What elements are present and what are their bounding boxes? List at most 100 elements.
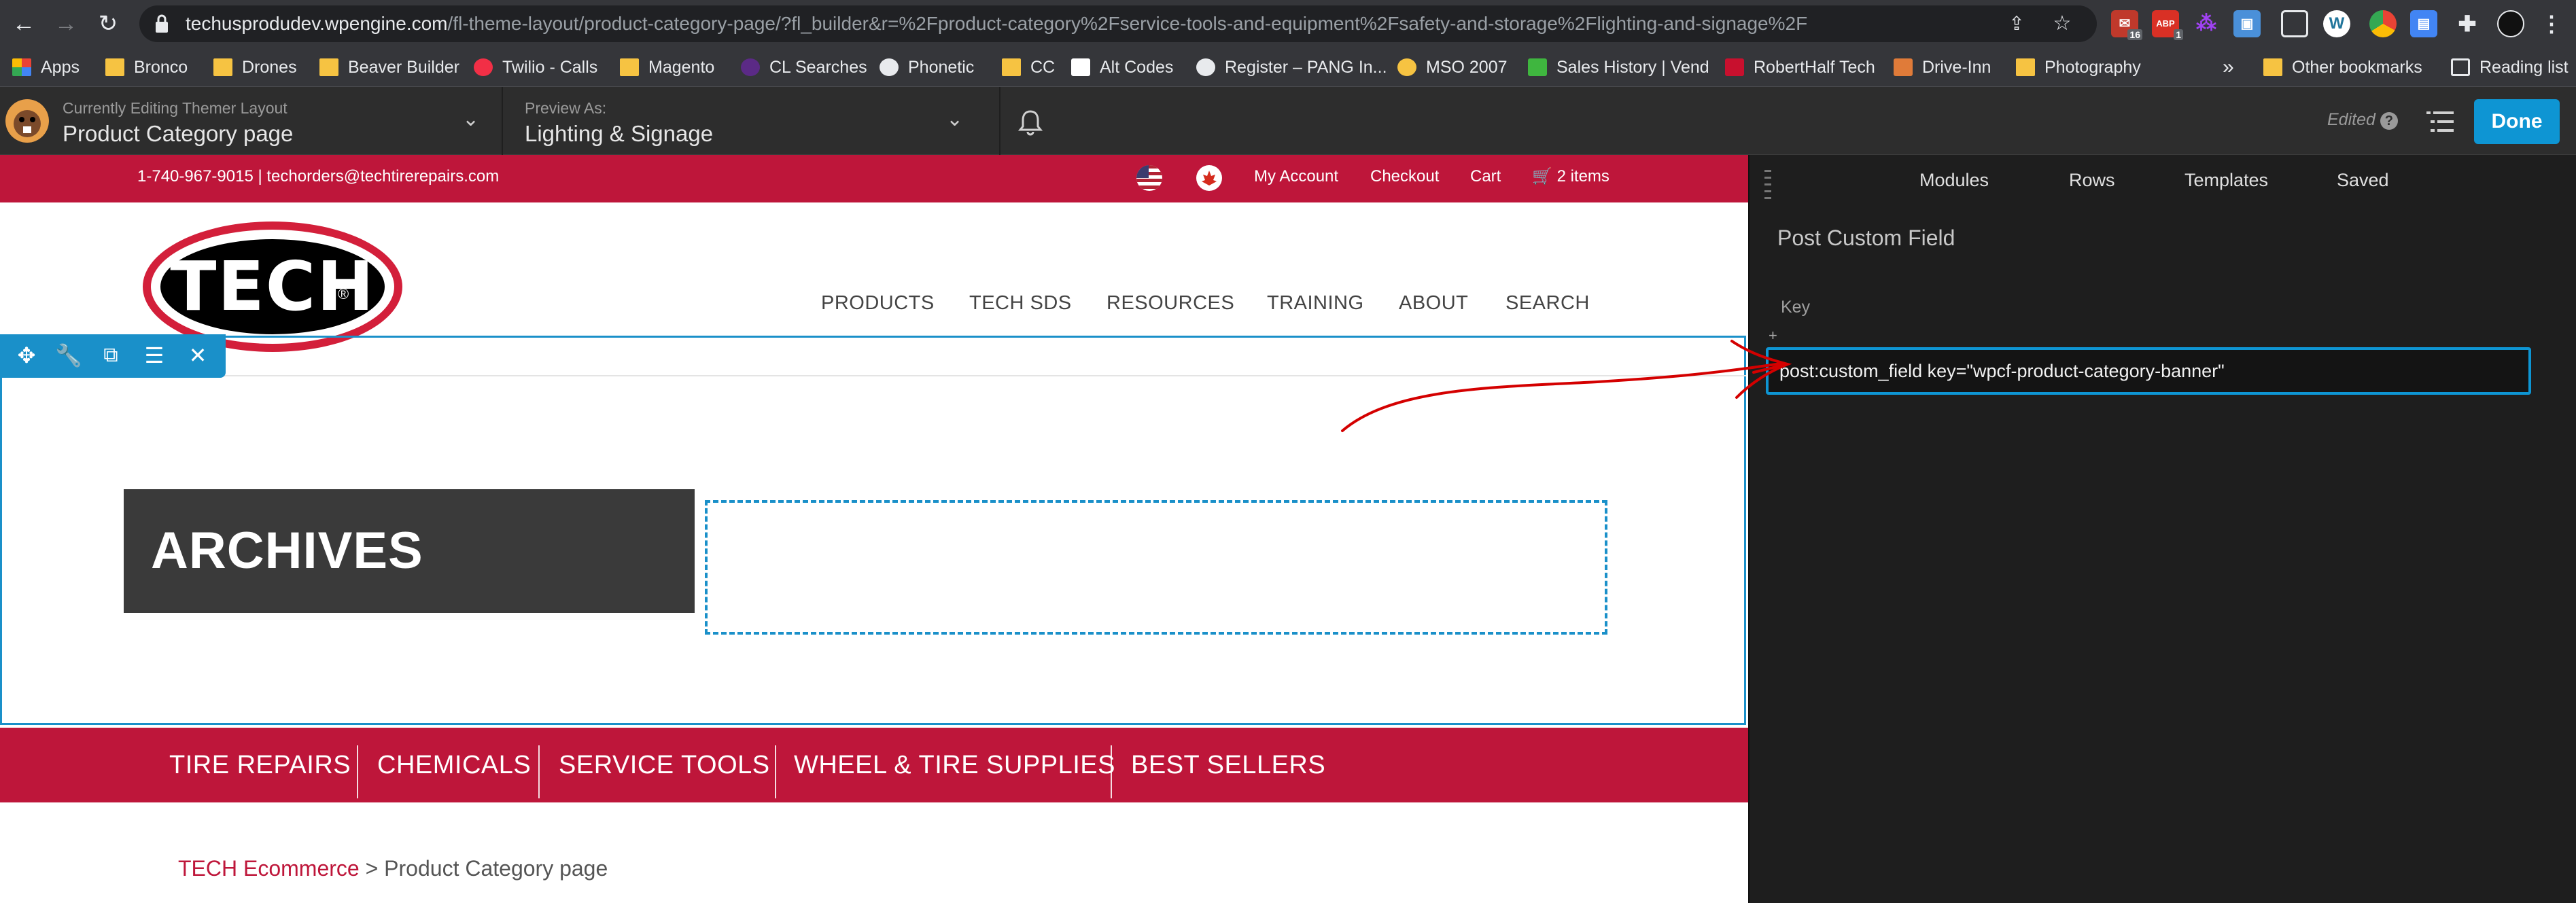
- extension-abp-icon[interactable]: ABP 1: [2152, 10, 2183, 40]
- cart-items-link[interactable]: 🛒 2 items: [1532, 155, 1609, 198]
- folder-icon: [2016, 58, 2035, 76]
- reload-icon[interactable]: ↻: [91, 7, 125, 41]
- nav-training[interactable]: TRAINING: [1267, 292, 1364, 315]
- nav-resources[interactable]: RESOURCES: [1107, 292, 1234, 315]
- extension-wordpress-icon[interactable]: W: [2323, 10, 2350, 37]
- preview-selector[interactable]: Preview As: Lighting & Signage ⌄: [504, 87, 1000, 155]
- custom-field-key-input[interactable]: post:custom_field key="wpcf-product-cate…: [1766, 347, 2531, 395]
- globe-icon: [880, 58, 899, 76]
- edited-status: Edited ?: [2327, 110, 2398, 130]
- browser-toolbar: ← → ↻ techusprodudev.wpengine.com/fl-the…: [0, 0, 2576, 48]
- more-bookmarks-button[interactable]: »: [2223, 48, 2234, 87]
- move-icon[interactable]: ✥: [12, 341, 41, 370]
- tab-saved[interactable]: Saved: [2337, 170, 2389, 191]
- us-flag-icon[interactable]: [1136, 165, 1162, 191]
- nav-about[interactable]: ABOUT: [1399, 292, 1468, 315]
- drive-inn-icon: [1894, 58, 1913, 76]
- extension-square-icon[interactable]: [2281, 10, 2308, 37]
- bookmark-drones[interactable]: Drones: [213, 48, 297, 87]
- layout-selector[interactable]: Currently Editing Themer Layout Product …: [0, 87, 503, 155]
- bookmark-label: Phonetic: [908, 57, 975, 77]
- extension-image-icon[interactable]: ▣: [2233, 10, 2261, 37]
- canada-flag-icon[interactable]: [1196, 165, 1222, 191]
- bookmark-phonetic[interactable]: Phonetic: [880, 48, 974, 87]
- bookmark-drive-inn[interactable]: Drive-Inn: [1894, 48, 1991, 87]
- menu-kebab-icon[interactable]: ⋮: [2538, 10, 2565, 37]
- address-bar[interactable]: techusprodudev.wpengine.com/fl-theme-lay…: [139, 5, 2097, 42]
- nav-products[interactable]: PRODUCTS: [821, 292, 935, 315]
- bookmark-label: Twilio - Calls: [502, 57, 598, 77]
- category-wheel-tire-supplies[interactable]: WHEEL & TIRE SUPPLIES: [794, 728, 1115, 802]
- bell-icon[interactable]: [1018, 109, 1043, 136]
- url-host: techusprodudev.wpengine.com: [186, 13, 448, 34]
- outline-list-icon[interactable]: [2426, 110, 2454, 133]
- bookmark-twilio[interactable]: Twilio - Calls: [474, 48, 597, 87]
- bookmark-apps[interactable]: Apps: [12, 48, 80, 87]
- bookmark-other[interactable]: Other bookmarks: [2263, 48, 2422, 87]
- preview-value: Lighting & Signage: [525, 121, 714, 146]
- menu-icon[interactable]: ☰: [140, 341, 169, 370]
- reading-list-button[interactable]: Reading list: [2451, 48, 2569, 87]
- extension-doc-icon[interactable]: ▤: [2410, 10, 2437, 37]
- extension-dots-icon[interactable]: ⁂: [2193, 10, 2220, 37]
- site-preview: 1-740-967-9015 | techorders@techtirerepa…: [0, 155, 1748, 903]
- star-icon[interactable]: ☆: [2051, 12, 2074, 35]
- share-icon[interactable]: ⇪: [2005, 12, 2028, 35]
- bookmark-label: Sales History | Vend: [1556, 57, 1709, 77]
- extension-chrome-icon[interactable]: [2369, 10, 2397, 37]
- cart-link[interactable]: Cart: [1470, 155, 1501, 198]
- tab-modules[interactable]: Modules: [1919, 170, 1989, 191]
- extension-mail-icon[interactable]: ✉ 16: [2111, 10, 2142, 40]
- bookmark-label: MSO 2007: [1426, 57, 1508, 77]
- wrench-icon[interactable]: 🔧: [54, 341, 83, 370]
- checkout-link[interactable]: Checkout: [1370, 155, 1439, 198]
- bookmark-cc[interactable]: CC: [1002, 48, 1055, 87]
- help-icon[interactable]: ?: [2380, 112, 2398, 130]
- category-divider: [1111, 745, 1112, 798]
- url-path: /fl-theme-layout/product-category-page/?…: [447, 13, 1808, 34]
- breadcrumb-home-link[interactable]: TECH Ecommerce: [178, 856, 360, 881]
- bookmark-photography[interactable]: Photography: [2016, 48, 2141, 87]
- category-chemicals[interactable]: CHEMICALS: [377, 728, 531, 802]
- close-icon[interactable]: ✕: [184, 341, 212, 370]
- extensions-puzzle-icon[interactable]: ✚: [2454, 10, 2481, 37]
- add-icon[interactable]: +: [1769, 327, 1777, 344]
- bookmark-label: Register – PANG In...: [1225, 57, 1387, 77]
- editing-value: Product Category page: [63, 121, 294, 146]
- category-best-sellers[interactable]: BEST SELLERS: [1131, 728, 1325, 802]
- empty-module-placeholder[interactable]: [705, 500, 1607, 635]
- bookmark-alt-codes[interactable]: Alt Codes: [1071, 48, 1173, 87]
- duplicate-icon[interactable]: ⧉: [97, 341, 125, 370]
- category-service-tools[interactable]: SERVICE TOOLS: [559, 728, 770, 802]
- contact-info: 1-740-967-9015 | techorders@techtirerepa…: [137, 167, 500, 185]
- category-divider: [775, 745, 776, 798]
- done-button[interactable]: Done: [2474, 99, 2560, 144]
- chevron-down-icon: ⌄: [462, 108, 480, 130]
- bookmark-label: Photography: [2044, 57, 2141, 77]
- drag-handle-icon[interactable]: [1763, 167, 1773, 208]
- my-account-link[interactable]: My Account: [1254, 155, 1338, 198]
- bookmark-magento[interactable]: Magento: [620, 48, 714, 87]
- bookmark-sales-history[interactable]: Sales History | Vend: [1528, 48, 1709, 87]
- nav-search[interactable]: SEARCH: [1505, 292, 1590, 315]
- bookmark-bronco[interactable]: Bronco: [105, 48, 188, 87]
- bookmark-cl-searches[interactable]: CL Searches: [741, 48, 867, 87]
- bookmark-beaver-builder[interactable]: Beaver Builder: [319, 48, 459, 87]
- tech-logo[interactable]: TECH ®: [143, 222, 402, 352]
- vend-icon: [1528, 58, 1547, 76]
- tab-templates[interactable]: Templates: [2185, 170, 2268, 191]
- forward-icon[interactable]: →: [49, 7, 83, 41]
- bookmark-register-pang[interactable]: Register – PANG In...: [1196, 48, 1387, 87]
- editing-label: Currently Editing Themer Layout: [63, 99, 288, 117]
- bookmark-mso-2007[interactable]: MSO 2007: [1397, 48, 1508, 87]
- category-tire-repairs[interactable]: TIRE REPAIRS: [169, 728, 351, 802]
- breadcrumb-current: Product Category page: [384, 856, 608, 881]
- profile-avatar[interactable]: [2497, 10, 2524, 37]
- custom-field-key-value: post:custom_field key="wpcf-product-cate…: [1779, 361, 2225, 381]
- bookmark-roberthalf[interactable]: RobertHalf Tech: [1725, 48, 1875, 87]
- lock-icon: [156, 14, 168, 33]
- folder-icon: [319, 58, 338, 76]
- tab-rows[interactable]: Rows: [2069, 170, 2115, 191]
- nav-tech-sds[interactable]: TECH SDS: [969, 292, 1072, 315]
- back-icon[interactable]: ←: [7, 7, 41, 41]
